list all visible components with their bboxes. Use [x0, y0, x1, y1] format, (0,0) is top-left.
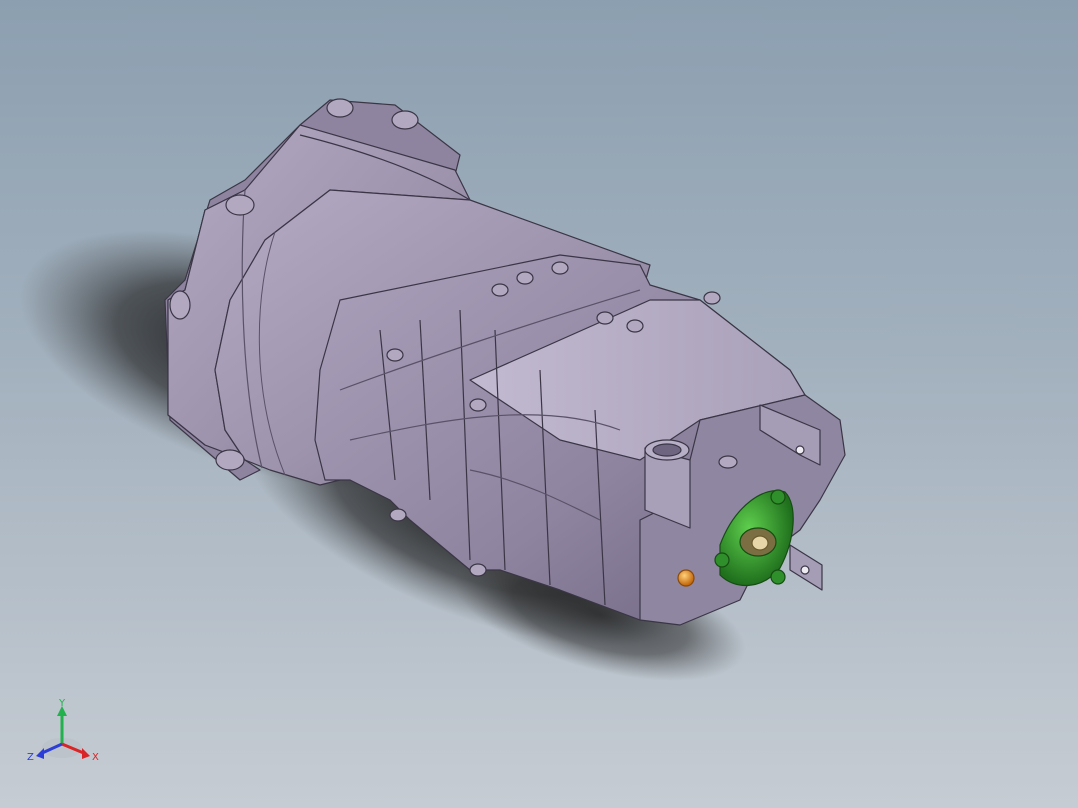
- z-arrow-icon: [36, 748, 44, 759]
- x-arrow-icon: [82, 748, 90, 759]
- graphics-viewport[interactable]: Y X Z: [0, 0, 1078, 808]
- triad-z-label: Z: [27, 752, 34, 763]
- triad-y-label: Y: [58, 698, 66, 709]
- gearbox-model[interactable]: [0, 0, 1078, 808]
- orientation-triad[interactable]: Y X Z: [24, 696, 110, 772]
- triad-x-label: X: [92, 752, 99, 763]
- drain-bolt[interactable]: [677, 569, 695, 587]
